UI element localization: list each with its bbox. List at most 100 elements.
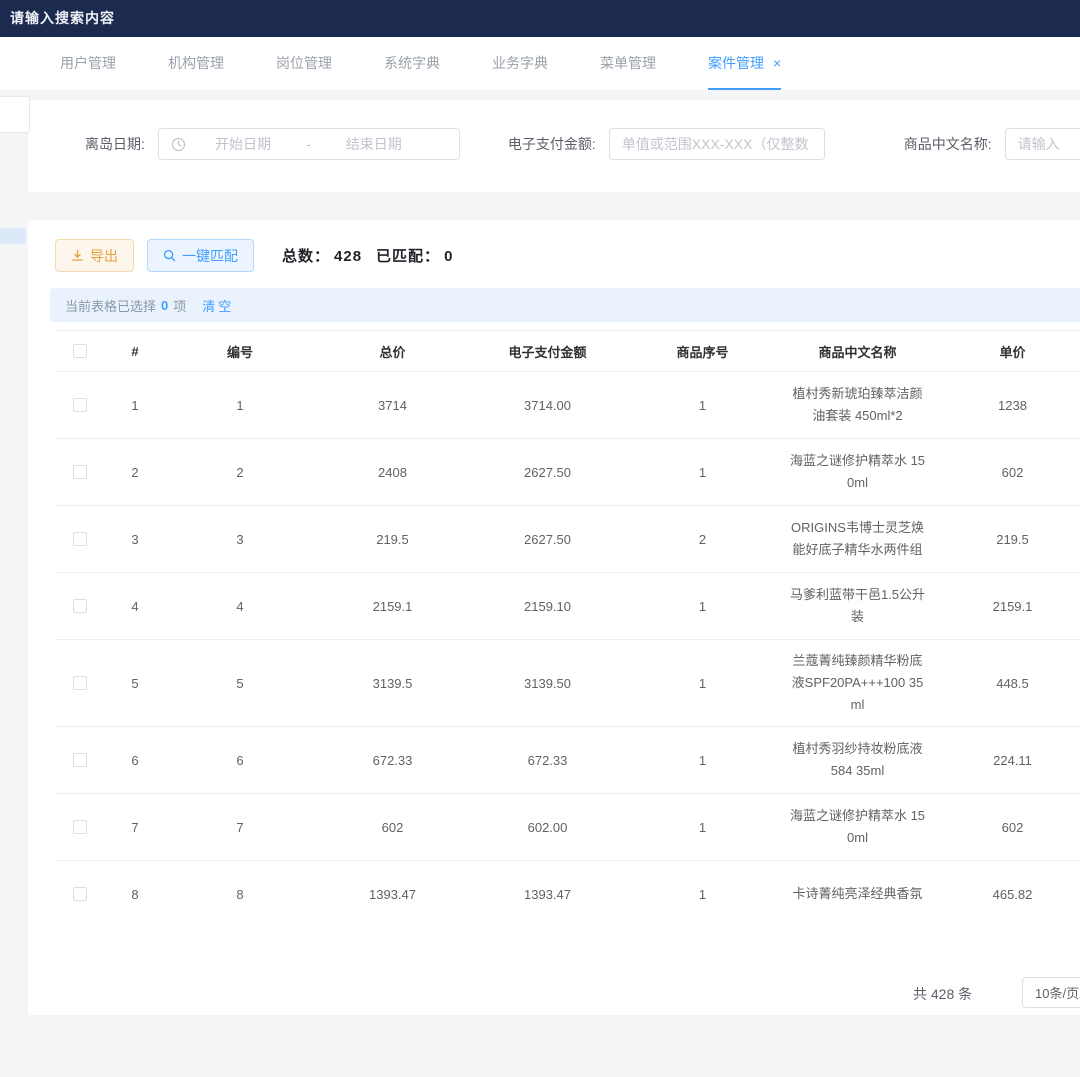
cell-unit: 602: [935, 439, 1080, 505]
download-icon: [71, 249, 84, 262]
cell-seq: 1: [625, 573, 780, 639]
match-stats: 总数：428已匹配：0: [282, 245, 467, 266]
tab-label: 业务字典: [492, 53, 548, 73]
tab-系统字典[interactable]: 系统字典: [384, 37, 440, 90]
row-checkbox[interactable]: [73, 532, 87, 546]
cell-total: 2408: [315, 439, 470, 505]
table-row: 553139.53139.501兰蔻菁纯臻颜精华粉底液SPF20PA+++100…: [55, 640, 1080, 727]
row-checkbox[interactable]: [73, 599, 87, 613]
cell-total: 2159.1: [315, 573, 470, 639]
cell-total: 3714: [315, 372, 470, 438]
page-size-select[interactable]: 10条/页: [1022, 977, 1080, 1008]
row-checkbox-cell: [55, 573, 105, 639]
export-button-label: 导出: [90, 246, 118, 266]
cell-seq: 1: [625, 372, 780, 438]
product-name-text: 海蓝之谜修护精萃水 150ml: [788, 450, 927, 494]
cell-epay: 2627.50: [470, 439, 625, 505]
selection-bar: 当前表格已选择 0 项 清空: [50, 288, 1080, 322]
tab-bar: 用户管理 机构管理 岗位管理 系统字典 业务字典 菜单管理案件管理×: [0, 37, 1080, 90]
cell-name: 卡诗菁纯亮泽经典香氛: [780, 861, 935, 905]
cell-code: 6: [165, 727, 315, 793]
total-label: 总数：: [282, 248, 330, 265]
tab-机构管理[interactable]: 机构管理: [168, 37, 224, 90]
product-name-text: 植村秀新琥珀臻萃洁颜油套装 450ml*2: [788, 383, 927, 427]
cell-code: 3: [165, 506, 315, 572]
row-checkbox[interactable]: [73, 398, 87, 412]
tab-菜单管理[interactable]: 菜单管理: [600, 37, 656, 90]
data-table: #编号总价电子支付金额商品序号商品中文名称单价 1137143714.001植村…: [55, 330, 1080, 905]
product-name-text: 卡诗菁纯亮泽经典香氛: [788, 883, 927, 905]
cell-epay: 2627.50: [470, 506, 625, 572]
collapsed-panel-corner: [0, 96, 30, 133]
cell-unit: 2159.1: [935, 573, 1080, 639]
row-checkbox[interactable]: [73, 676, 87, 690]
cell-unit: 602: [935, 794, 1080, 860]
selection-prefix: 当前表格已选择: [65, 296, 156, 315]
cell-seq: 1: [625, 861, 780, 905]
select-all-checkbox[interactable]: [73, 344, 87, 358]
product-name-input[interactable]: [1005, 128, 1080, 160]
clear-selection-link[interactable]: 清空: [202, 296, 234, 315]
product-name-text: 兰蔻菁纯臻颜精华粉底液SPF20PA+++100 35ml: [788, 650, 927, 716]
cell-seq: 1: [625, 640, 780, 726]
cell-total: 1393.47: [315, 861, 470, 905]
cell-total: 219.5: [315, 506, 470, 572]
cell-unit: 224.11: [935, 727, 1080, 793]
cell-total: 3139.5: [315, 640, 470, 726]
row-checkbox-cell: [55, 372, 105, 438]
row-checkbox[interactable]: [73, 887, 87, 901]
tab-close-icon[interactable]: ×: [773, 55, 781, 71]
tab-label: 机构管理: [168, 53, 224, 73]
row-checkbox-cell: [55, 861, 105, 905]
date-filter-label: 离岛日期:: [85, 134, 145, 154]
search-icon: [163, 249, 176, 262]
row-checkbox-cell: [55, 506, 105, 572]
tab-label: 用户管理: [60, 53, 116, 73]
pagination-bar: 共 428 条 10条/页: [0, 975, 1080, 1011]
cell-seq: 2: [625, 506, 780, 572]
table-row: 77602602.001海蓝之谜修护精萃水 150ml602: [55, 794, 1080, 861]
cell-seq: 1: [625, 727, 780, 793]
filter-row: 离岛日期: 开始日期 - 结束日期 电子支付金额: 商品中文名称:: [85, 128, 1080, 160]
clipped-button-fragment: [0, 228, 26, 244]
date-range-input[interactable]: 开始日期 - 结束日期: [158, 128, 460, 160]
row-checkbox[interactable]: [73, 820, 87, 834]
one-key-match-button[interactable]: 一键匹配: [147, 239, 254, 272]
cell-index: 8: [105, 861, 165, 905]
row-checkbox[interactable]: [73, 465, 87, 479]
tab-用户管理[interactable]: 用户管理: [60, 37, 116, 90]
total-value: 428: [334, 248, 362, 265]
header-search-input[interactable]: 请输入搜索内容: [10, 8, 115, 28]
row-checkbox-cell: [55, 439, 105, 505]
cell-code: 8: [165, 861, 315, 905]
cell-seq: 1: [625, 439, 780, 505]
table-row: 881393.471393.471卡诗菁纯亮泽经典香氛465.82: [55, 861, 1080, 905]
amount-input[interactable]: [609, 128, 825, 160]
column-header-4: 电子支付金额: [470, 331, 625, 371]
match-button-label: 一键匹配: [182, 246, 238, 266]
export-button[interactable]: 导出: [55, 239, 134, 272]
tab-案件管理[interactable]: 案件管理×: [708, 37, 781, 90]
product-name-text: 马爹利蓝带干邑1.5公升装: [788, 584, 927, 628]
tab-岗位管理[interactable]: 岗位管理: [276, 37, 332, 90]
cell-index: 1: [105, 372, 165, 438]
product-name-filter-label: 商品中文名称:: [904, 134, 992, 154]
amount-filter-label: 电子支付金额:: [508, 134, 596, 154]
cell-index: 2: [105, 439, 165, 505]
column-header-5: 商品序号: [625, 331, 780, 371]
cell-index: 7: [105, 794, 165, 860]
cell-index: 3: [105, 506, 165, 572]
end-date-placeholder: 结束日期: [317, 134, 431, 154]
product-name-text: ORIGINS韦博士灵芝焕能好底子精华水两件组: [788, 517, 927, 561]
column-header-3: 总价: [315, 331, 470, 371]
clock-icon: [171, 137, 186, 152]
row-checkbox-cell: [55, 640, 105, 726]
cell-code: 2: [165, 439, 315, 505]
tab-label: 岗位管理: [276, 53, 332, 73]
column-header-7: 单价: [935, 331, 1080, 371]
row-checkbox[interactable]: [73, 753, 87, 767]
row-checkbox-cell: [55, 794, 105, 860]
cell-code: 4: [165, 573, 315, 639]
tab-业务字典[interactable]: 业务字典: [492, 37, 548, 90]
cell-total: 672.33: [315, 727, 470, 793]
